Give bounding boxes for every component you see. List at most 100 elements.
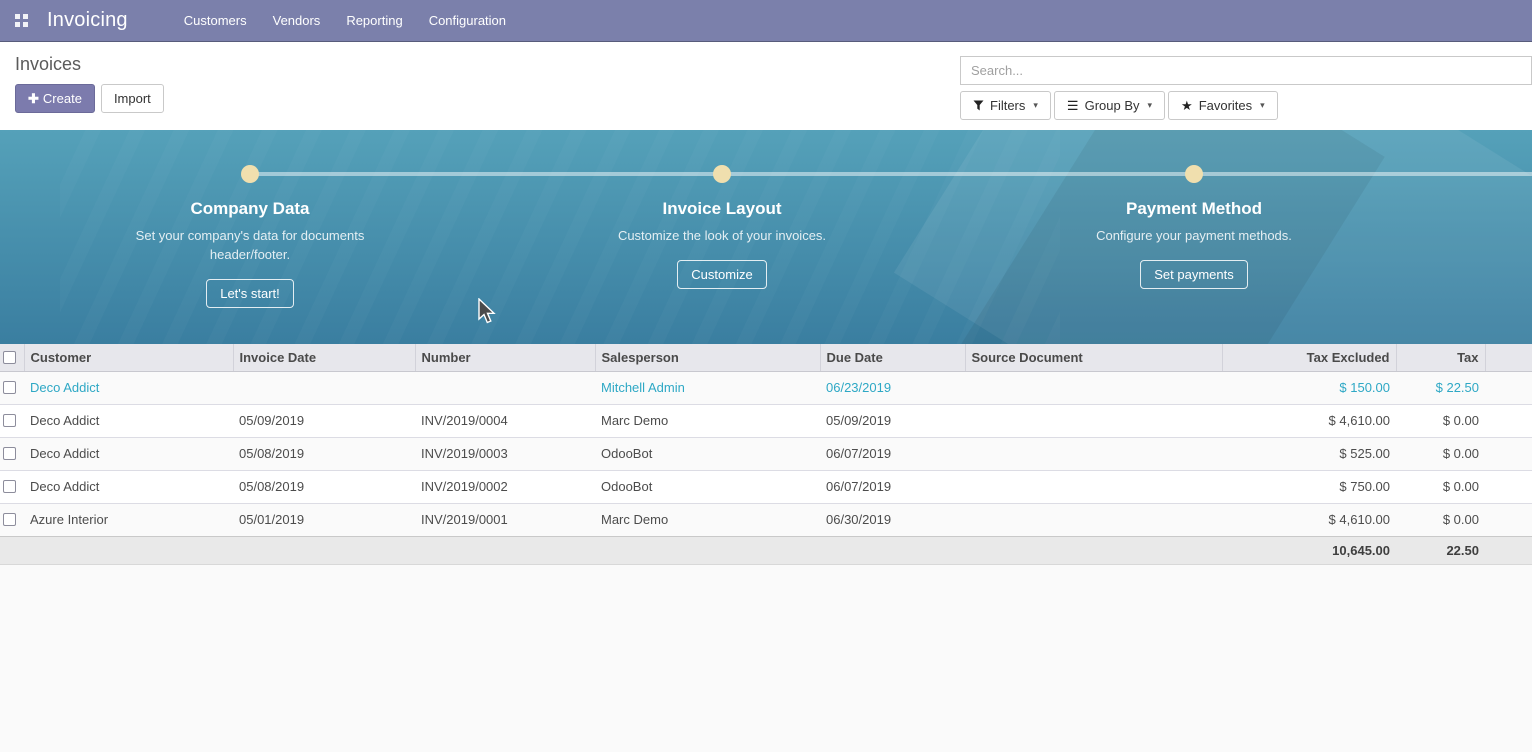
column-header-tax_excluded[interactable]: Tax Excluded [1222,344,1396,371]
footer-empty-cell [0,536,24,564]
cell-number: INV/2019/0001 [415,503,595,536]
row-checkbox-cell [0,437,24,470]
cell-invoice_date: 05/09/2019 [233,404,415,437]
app-title[interactable]: Invoicing [47,9,128,32]
step-dot-icon [713,165,731,183]
column-header-source_document[interactable]: Source Document [965,344,1222,371]
cell-trailing [1485,437,1532,470]
table-row[interactable]: Deco Addict05/08/2019INV/2019/0003OdooBo… [0,437,1532,470]
cell-trailing [1485,503,1532,536]
step-title: Company Data [190,199,309,219]
column-header-trailing [1485,344,1532,371]
search-input[interactable] [960,56,1532,85]
apps-menu-icon[interactable] [7,6,37,36]
customize-button[interactable]: Customize [677,260,766,289]
column-header-customer[interactable]: Customer [24,344,233,371]
row-checkbox[interactable] [3,447,16,460]
footer-empty-cell [233,536,415,564]
cell-due_date: 06/30/2019 [820,503,965,536]
footer-empty-cell [1485,536,1532,564]
step-description: Configure your payment methods. [1096,226,1292,245]
step-description: Set your company's data for documents he… [133,226,368,264]
step-description: Customize the look of your invoices. [618,226,826,245]
cell-number: INV/2019/0004 [415,404,595,437]
cell-trailing [1485,470,1532,503]
plus-icon: ✚ [28,91,39,106]
group-by-button[interactable]: ☰ Group By▾ [1054,91,1165,120]
cell-salesperson: Marc Demo [595,503,820,536]
onboarding-step-payment-method: Payment Method Configure your payment me… [1034,165,1354,289]
cell-number [415,371,595,404]
cell-invoice_date: 05/08/2019 [233,437,415,470]
control-panel: Invoices ✚Create Import Filters▾ ☰ Group… [0,42,1532,130]
onboarding-step-invoice-layout: Invoice Layout Customize the look of you… [562,165,882,289]
row-checkbox-cell [0,404,24,437]
step-dot-icon [1185,165,1203,183]
table-row[interactable]: Deco Addict05/09/2019INV/2019/0004Marc D… [0,404,1532,437]
star-icon: ★ [1181,97,1193,114]
cell-tax: $ 22.50 [1396,371,1485,404]
cell-tax: $ 0.00 [1396,503,1485,536]
table-row[interactable]: Deco AddictMitchell Admin06/23/2019$ 150… [0,371,1532,404]
table-row[interactable]: Deco Addict05/08/2019INV/2019/0002OdooBo… [0,470,1532,503]
table-row[interactable]: Azure Interior05/01/2019INV/2019/0001Mar… [0,503,1532,536]
group-by-icon: ☰ [1067,97,1079,114]
cell-salesperson: OdooBot [595,437,820,470]
empty-area [0,565,1532,752]
cell-tax_excluded: $ 4,610.00 [1222,404,1396,437]
select-all-checkbox[interactable] [3,351,16,364]
menu-vendors[interactable]: Vendors [273,13,321,28]
row-checkbox[interactable] [3,381,16,394]
import-button[interactable]: Import [101,84,164,113]
step-title: Invoice Layout [662,199,781,219]
cell-number: INV/2019/0003 [415,437,595,470]
footer-empty-cell [965,536,1222,564]
navbar-menus: Customers Vendors Reporting Configuratio… [184,13,506,28]
cell-invoice_date: 05/01/2019 [233,503,415,536]
cell-customer: Azure Interior [24,503,233,536]
cell-source_document [965,404,1222,437]
column-header-tax[interactable]: Tax [1396,344,1485,371]
column-header-due_date[interactable]: Due Date [820,344,965,371]
cell-tax: $ 0.00 [1396,470,1485,503]
menu-customers[interactable]: Customers [184,13,247,28]
favorites-button[interactable]: ★ Favorites▾ [1168,91,1278,120]
table-footer-row: 10,645.0022.50 [0,536,1532,564]
menu-configuration[interactable]: Configuration [429,13,506,28]
cell-salesperson: Marc Demo [595,404,820,437]
cell-due_date: 06/07/2019 [820,437,965,470]
cell-salesperson: OdooBot [595,470,820,503]
invoices-table: CustomerInvoice DateNumberSalespersonDue… [0,344,1532,565]
column-header-number[interactable]: Number [415,344,595,371]
cell-due_date: 05/09/2019 [820,404,965,437]
cell-source_document [965,470,1222,503]
cell-customer: Deco Addict [24,470,233,503]
row-checkbox[interactable] [3,513,16,526]
cell-source_document [965,437,1222,470]
cell-number: INV/2019/0002 [415,470,595,503]
cell-tax_excluded: $ 525.00 [1222,437,1396,470]
lets-start-button[interactable]: Let's start! [206,279,294,308]
top-navbar: Invoicing Customers Vendors Reporting Co… [0,0,1532,42]
select-all-checkbox-cell [0,344,24,371]
column-header-salesperson[interactable]: Salesperson [595,344,820,371]
row-checkbox[interactable] [3,480,16,493]
cell-customer: Deco Addict [24,404,233,437]
set-payments-button[interactable]: Set payments [1140,260,1248,289]
total-tax_excluded: 10,645.00 [1222,536,1396,564]
table-header-row: CustomerInvoice DateNumberSalespersonDue… [0,344,1532,371]
filters-button[interactable]: Filters▾ [960,91,1051,120]
cell-invoice_date: 05/08/2019 [233,470,415,503]
column-header-invoice_date[interactable]: Invoice Date [233,344,415,371]
footer-empty-cell [595,536,820,564]
footer-empty-cell [24,536,233,564]
row-checkbox-cell [0,470,24,503]
create-button[interactable]: ✚Create [15,84,95,113]
cell-trailing [1485,404,1532,437]
row-checkbox-cell [0,503,24,536]
row-checkbox[interactable] [3,414,16,427]
cell-source_document [965,371,1222,404]
menu-reporting[interactable]: Reporting [346,13,402,28]
row-checkbox-cell [0,371,24,404]
chevron-down-icon: ▾ [1260,97,1265,114]
